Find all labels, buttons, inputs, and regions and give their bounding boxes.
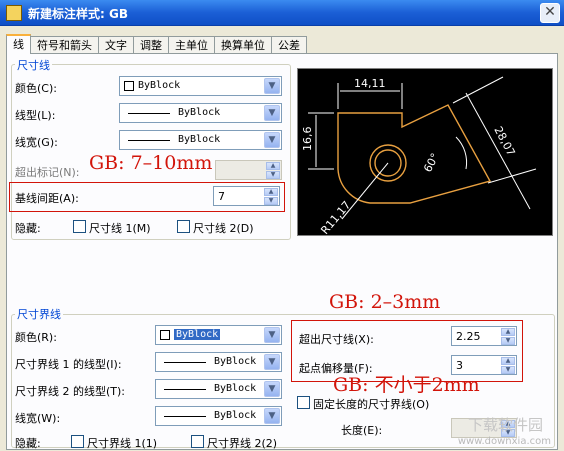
baseline-spacing-spinner[interactable]: 7 ▲ ▼	[213, 186, 280, 206]
watermark-site: www.downxia.com	[457, 436, 551, 447]
spin-down-icon[interactable]: ▼	[266, 171, 280, 179]
tab-text[interactable]: 文字	[98, 36, 134, 54]
tab-primary-units[interactable]: 主单位	[168, 36, 215, 54]
ext2-linetype-label: 尺寸界线 2 的线型(T):	[15, 385, 125, 398]
length-label: 长度(E):	[341, 424, 383, 437]
extend-ticks-spinner[interactable]: ▲ ▼	[215, 160, 282, 180]
dim-lineweight-label: 线宽(G):	[15, 136, 58, 149]
color-swatch	[124, 81, 134, 91]
dimline2-label: 尺寸线 2(D)	[193, 222, 254, 235]
dim-color-value: ByBlock	[138, 80, 181, 91]
beyond-spinner[interactable]: 2.25 ▲ ▼	[451, 326, 517, 346]
offset-annotation: GB: 不小于2mm	[333, 374, 480, 396]
tab-fit[interactable]: 调整	[133, 36, 169, 54]
linetype-preview	[164, 362, 206, 363]
title-bar: 新建标注样式: GB ✕	[0, 0, 564, 26]
dim-color-label: 颜色(C):	[15, 82, 57, 95]
dimline2-checkbox[interactable]	[177, 220, 190, 233]
color-swatch	[160, 330, 170, 340]
beyond-value: 2.25	[456, 330, 481, 343]
tab-symbols-arrows[interactable]: 符号和箭头	[30, 36, 99, 54]
chevron-down-icon[interactable]: ▼	[264, 381, 280, 397]
dim-color-select[interactable]: ByBlock ▼	[119, 76, 282, 96]
ext-lineweight-label: 线宽(W):	[15, 412, 61, 425]
linetype-preview	[164, 389, 206, 390]
dim-linetype-value: ByBlock	[178, 107, 221, 118]
preview-pane: 14,11 16,6 28,07 60° R11,17	[297, 68, 553, 237]
spin-up-icon[interactable]: ▲	[264, 188, 278, 196]
ext2-linetype-value: ByBlock	[214, 383, 257, 394]
chevron-down-icon[interactable]: ▼	[264, 354, 280, 370]
ext-line-group-title: 尺寸界线	[15, 306, 63, 322]
ext1-linetype-select[interactable]: ByBlock ▼	[155, 352, 282, 372]
tab-tolerances[interactable]: 公差	[271, 36, 307, 54]
spin-up-icon[interactable]: ▲	[501, 357, 515, 365]
dim-right-text: 28,07	[491, 124, 517, 158]
lineweight-preview	[128, 140, 170, 141]
ext2-linetype-select[interactable]: ByBlock ▼	[155, 379, 282, 399]
baseline-spacing-value: 7	[218, 190, 225, 203]
dim-radius-text: R11,17	[318, 199, 353, 235]
ext-color-select[interactable]: ByBlock ▼	[155, 325, 282, 345]
close-button[interactable]: ✕	[540, 3, 560, 23]
dim-lineweight-select[interactable]: ByBlock ▼	[119, 130, 282, 150]
ext1-checkbox[interactable]	[71, 435, 84, 448]
fixed-length-checkbox[interactable]	[297, 396, 310, 409]
spin-down-icon[interactable]: ▼	[264, 197, 278, 205]
ext2-checkbox[interactable]	[191, 435, 204, 448]
dim-left-text: 16,6	[301, 127, 314, 152]
fixed-length-label: 固定长度的尺寸界线(O)	[313, 398, 430, 411]
linetype-preview	[128, 113, 170, 114]
dimension-labels: 14,11 16,6 28,07 60° R11,17	[301, 77, 518, 237]
dimline1-label: 尺寸线 1(M)	[89, 222, 151, 235]
spin-up-icon[interactable]: ▲	[266, 162, 280, 170]
ext1-linetype-label: 尺寸界线 1 的线型(I):	[15, 358, 122, 371]
baseline-spacing-label: 基线间距(A):	[15, 192, 79, 205]
chevron-down-icon[interactable]: ▼	[264, 408, 280, 424]
ext-lineweight-select[interactable]: ByBlock ▼	[155, 406, 282, 426]
watermark-brand: 下载软件园	[467, 416, 543, 434]
chevron-down-icon[interactable]: ▼	[264, 132, 280, 148]
beyond-label: 超出尺寸线(X):	[299, 333, 374, 346]
ext1-check-label: 尺寸界线 1(1)	[87, 437, 158, 450]
dim-linetype-select[interactable]: ByBlock ▼	[119, 103, 282, 123]
window-title: 新建标注样式: GB	[28, 7, 128, 21]
ext-lineweight-value: ByBlock	[214, 410, 257, 421]
tab-panel: 尺寸线 颜色(C): ByBlock ▼ 线型(L): ByBlock ▼ 线宽…	[6, 53, 558, 450]
dim-lineweight-value: ByBlock	[178, 134, 221, 145]
dim-linetype-label: 线型(L):	[15, 109, 56, 122]
chevron-down-icon[interactable]: ▼	[264, 327, 280, 343]
part-outline	[337, 104, 492, 204]
spin-up-icon[interactable]: ▲	[501, 328, 515, 336]
baseline-annotation: GB: 7–10mm	[89, 152, 213, 174]
dim-angle-text: 60°	[421, 151, 442, 174]
app-icon	[6, 5, 22, 21]
ext-color-value: ByBlock	[174, 329, 221, 340]
ext-suppress-label: 隐藏:	[15, 437, 41, 450]
ext1-linetype-value: ByBlock	[214, 356, 257, 367]
preview-drawing: 14,11 16,6 28,07 60° R11,17	[301, 76, 537, 237]
spin-down-icon[interactable]: ▼	[501, 337, 515, 345]
spin-down-icon[interactable]: ▼	[501, 366, 515, 374]
chevron-down-icon[interactable]: ▼	[264, 78, 280, 94]
tab-alternate-units[interactable]: 换算单位	[214, 36, 272, 54]
dim-top-text: 14,11	[354, 77, 386, 90]
dim-line-group-title: 尺寸线	[15, 57, 52, 73]
ext2-check-label: 尺寸界线 2(2)	[207, 437, 278, 450]
extend-ticks-label: 超出标记(N):	[15, 166, 80, 179]
dimline1-checkbox[interactable]	[73, 220, 86, 233]
dim-suppress-label: 隐藏:	[15, 222, 41, 235]
chevron-down-icon[interactable]: ▼	[264, 105, 280, 121]
beyond-annotation: GB: 2–3mm	[329, 291, 441, 313]
tab-strip: 线 符号和箭头 文字 调整 主单位 换算单位 公差	[6, 34, 307, 54]
ext-color-label: 颜色(R):	[15, 331, 57, 344]
tab-lines[interactable]: 线	[6, 34, 31, 54]
lineweight-preview	[164, 416, 206, 417]
